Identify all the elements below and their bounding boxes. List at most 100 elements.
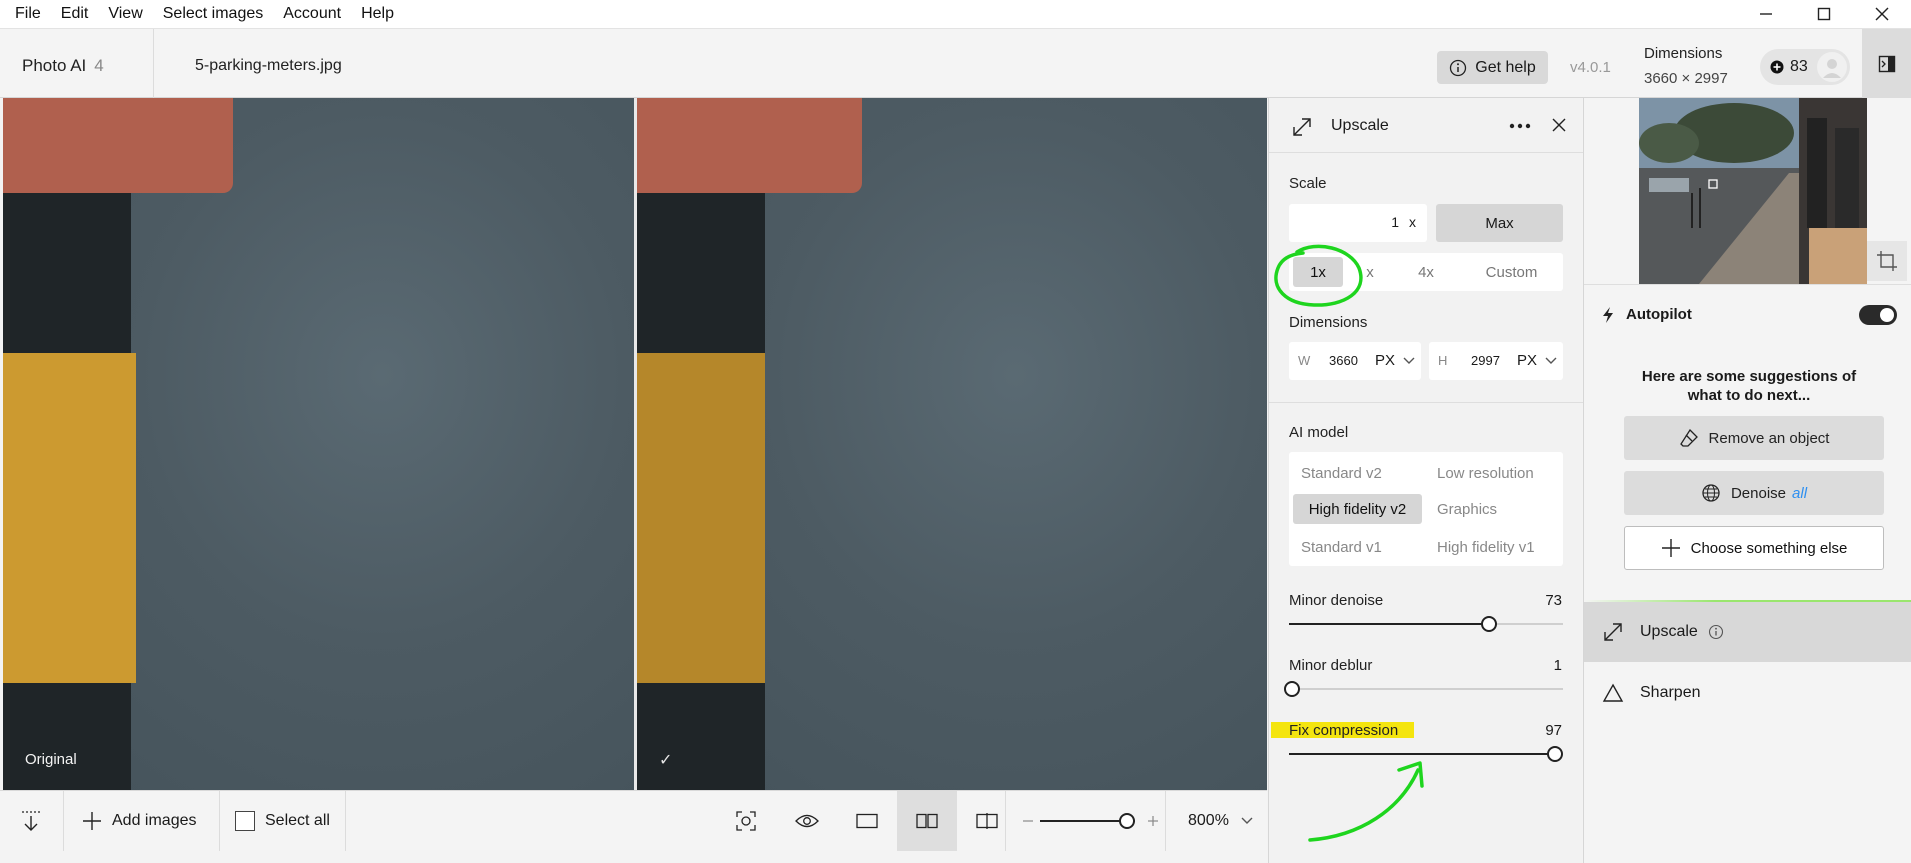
minor-denoise-handle[interactable] <box>1481 616 1498 632</box>
more-options-icon[interactable] <box>1509 123 1531 129</box>
meter-yellow-body <box>3 353 136 683</box>
eye-icon <box>795 814 819 828</box>
zoom-value: 800% <box>1188 812 1229 829</box>
remove-object-label: Remove an object <box>1708 429 1830 447</box>
width-unit[interactable]: PX <box>1375 352 1395 369</box>
model-standard-v1[interactable]: Standard v1 <box>1301 532 1382 562</box>
model-standard-v2[interactable]: Standard v2 <box>1301 458 1382 488</box>
tool-upscale[interactable]: Upscale <box>1584 602 1911 662</box>
crop-button[interactable] <box>1867 241 1907 281</box>
preset-2x-button[interactable]: x <box>1355 253 1385 291</box>
menu-help[interactable]: Help <box>351 5 404 23</box>
screenshot-button[interactable] <box>735 791 757 851</box>
upscale-title: Upscale <box>1331 117 1389 134</box>
height-field[interactable]: H 2997 PX <box>1429 342 1563 380</box>
toolbar-separator <box>1005 791 1006 851</box>
menu-bar: File Edit View Select images Account Hel… <box>0 0 1911 28</box>
toolbar-separator <box>219 791 220 851</box>
avatar[interactable] <box>1817 52 1847 82</box>
chevron-down-icon <box>1241 817 1253 824</box>
minimize-button[interactable] <box>1737 0 1795 28</box>
plus-icon <box>83 812 101 830</box>
camera-focus-icon <box>736 811 756 831</box>
toggle-knob <box>1880 308 1894 322</box>
street-thumbnail-image <box>1639 98 1867 284</box>
autopilot-toggle[interactable] <box>1859 305 1897 325</box>
get-help-label: Get help <box>1475 58 1536 76</box>
preview-toggle-button[interactable] <box>795 791 819 851</box>
fix-compression-value: 97 <box>1545 722 1562 739</box>
right-panel: Autopilot Here are some suggestions of w… <box>1583 98 1911 863</box>
menu-view[interactable]: View <box>98 5 152 23</box>
zoom-out-button[interactable] <box>1022 791 1034 851</box>
checkbox-icon <box>235 811 255 831</box>
zoom-in-button[interactable] <box>1147 791 1159 851</box>
model-low-resolution[interactable]: Low resolution <box>1437 458 1534 488</box>
denoise-tag: all <box>1792 484 1808 502</box>
minor-deblur-value: 1 <box>1553 657 1562 674</box>
select-all-checkbox[interactable]: Select all <box>235 791 330 851</box>
credits-badge[interactable]: 83 <box>1760 49 1850 85</box>
zoom-slider-handle[interactable] <box>1119 813 1136 829</box>
info-icon <box>1450 59 1467 76</box>
menu-file[interactable]: File <box>0 5 51 23</box>
menu-account[interactable]: Account <box>273 5 351 23</box>
bottom-toolbar: Add images Select all 800% <box>0 790 1267 851</box>
get-help-button[interactable]: Get help <box>1437 51 1548 84</box>
max-scale-button[interactable]: Max <box>1436 204 1563 242</box>
menu-select-images[interactable]: Select images <box>153 5 274 23</box>
scale-input[interactable]: 1 x <box>1289 204 1427 242</box>
denoise-button[interactable]: Denoise all <box>1624 471 1884 515</box>
tool-sharpen[interactable]: Sharpen <box>1584 663 1911 723</box>
crop-icon <box>1877 251 1897 271</box>
close-icon <box>1875 7 1889 21</box>
remove-object-button[interactable]: Remove an object <box>1624 416 1884 460</box>
fix-compression-slider[interactable] <box>1289 753 1563 755</box>
preset-4x-button[interactable]: 4x <box>1401 253 1451 291</box>
split-view-button[interactable] <box>976 791 998 851</box>
fix-compression-handle[interactable] <box>1546 746 1563 762</box>
globe-grid-icon <box>1702 484 1720 502</box>
choose-something-else-button[interactable]: Choose something else <box>1624 526 1884 570</box>
plus-icon <box>1148 816 1158 826</box>
width-field[interactable]: W 3660 PX <box>1289 342 1421 380</box>
download-arrow-icon <box>22 811 40 831</box>
header-divider <box>153 29 154 98</box>
preset-1x-button[interactable]: 1x <box>1293 257 1343 287</box>
toolbar-separator <box>345 791 346 851</box>
minus-icon <box>1023 820 1033 822</box>
close-window-button[interactable] <box>1853 0 1911 28</box>
model-graphics[interactable]: Graphics <box>1437 494 1497 524</box>
import-button[interactable] <box>20 791 42 851</box>
credits-icon <box>1770 60 1784 74</box>
single-view-button[interactable] <box>856 791 878 851</box>
preview-pane[interactable]: ✓ <box>637 98 1267 790</box>
preset-custom-button[interactable]: Custom <box>1464 253 1559 291</box>
model-high-fidelity-v1[interactable]: High fidelity v1 <box>1437 532 1535 562</box>
zoom-dropdown[interactable]: 800% <box>1188 791 1253 851</box>
model-high-fidelity-v2[interactable]: High fidelity v2 <box>1293 494 1422 524</box>
window-controls <box>1737 0 1911 28</box>
plus-icon <box>1661 539 1680 557</box>
minimize-icon <box>1760 13 1772 15</box>
minor-denoise-value: 73 <box>1545 592 1562 609</box>
info-icon[interactable] <box>1708 624 1724 640</box>
panel-toggle-button[interactable] <box>1862 29 1911 99</box>
navigator-thumbnail[interactable] <box>1639 98 1867 284</box>
image-viewer[interactable]: Original ✓ <box>3 98 1267 790</box>
close-panel-icon[interactable] <box>1552 118 1566 132</box>
maximize-button[interactable] <box>1795 0 1853 28</box>
app-name: Photo AI <box>22 56 87 75</box>
height-unit[interactable]: PX <box>1517 352 1537 369</box>
processed-check-icon: ✓ <box>659 752 673 769</box>
menu-edit[interactable]: Edit <box>51 5 99 23</box>
autopilot-label: Autopilot <box>1626 306 1692 323</box>
credits-count: 83 <box>1790 58 1808 75</box>
upscale-settings-panel: Upscale Scale 1 x Max 1x x 4x Custom Dim… <box>1268 98 1583 863</box>
minor-deblur-handle[interactable] <box>1283 681 1300 697</box>
side-by-side-button[interactable] <box>897 791 957 851</box>
width-prefix: W <box>1298 353 1311 368</box>
original-pane[interactable]: Original <box>3 98 634 790</box>
add-images-button[interactable]: Add images <box>82 791 197 851</box>
toolbar-separator <box>1165 791 1166 851</box>
